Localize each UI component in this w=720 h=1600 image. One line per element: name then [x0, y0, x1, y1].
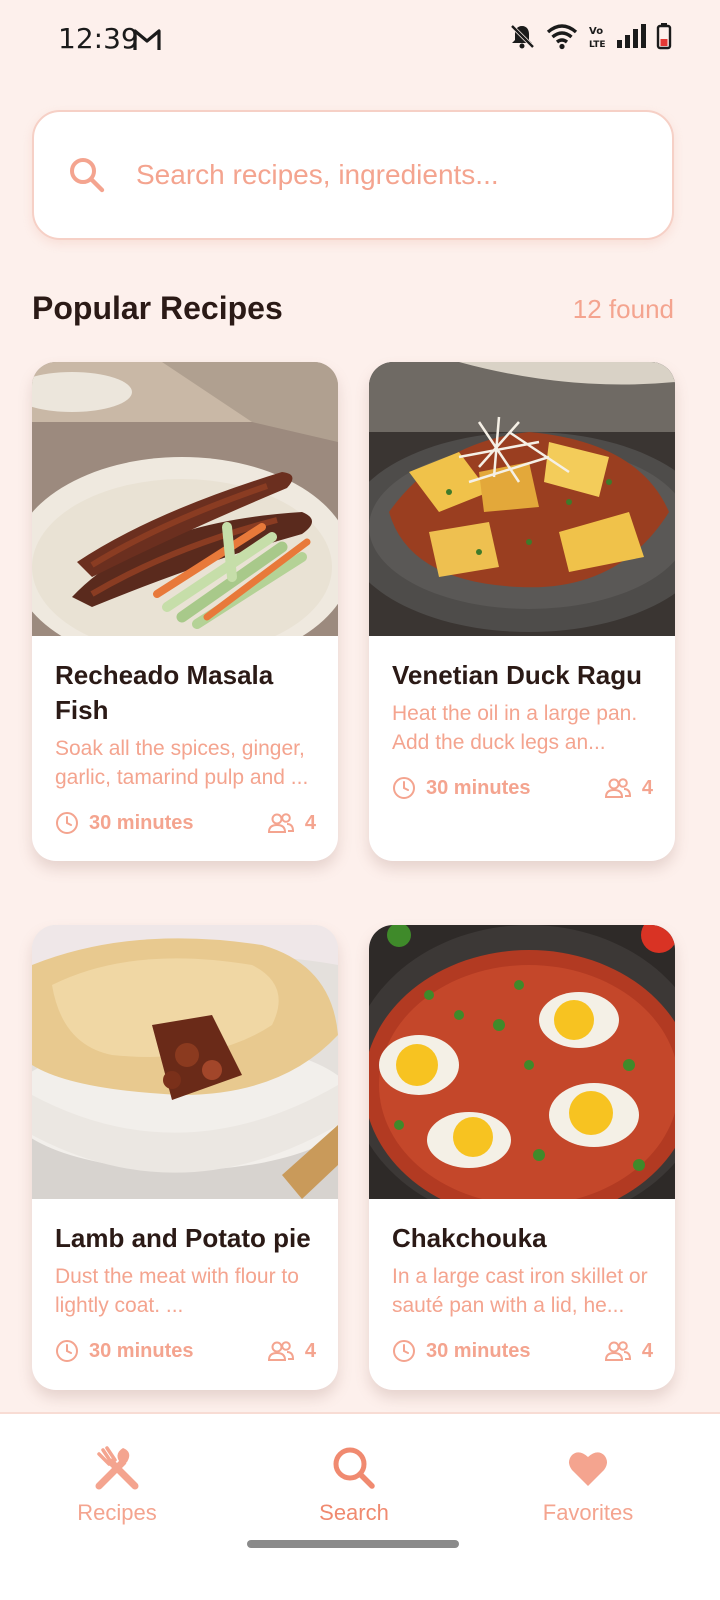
recipe-title: Venetian Duck Ragu — [392, 660, 642, 690]
clock-icon — [56, 812, 78, 834]
recipe-servings: 4 — [304, 1339, 316, 1362]
recipe-servings: 4 — [304, 811, 316, 834]
people-icon — [604, 778, 631, 798]
recipe-time: 30 minutes — [426, 776, 531, 799]
recipe-image — [369, 925, 675, 1199]
recipe-time: 30 minutes — [89, 1339, 194, 1362]
gmail-icon — [133, 29, 161, 50]
search-icon — [333, 1447, 375, 1489]
nav-item-favorites[interactable]: Favorites — [488, 1444, 688, 1526]
recipe-meta: 30 minutes 4 — [392, 1334, 653, 1368]
recipe-card[interactable]: Chakchouka In a large cast iron skillet … — [369, 925, 675, 1390]
signal-icon — [617, 24, 646, 48]
recipe-description: In a large cast iron skillet or sauté pa… — [392, 1265, 648, 1317]
home-indicator[interactable] — [247, 1540, 459, 1548]
recipe-image — [32, 362, 338, 636]
recipe-meta: 30 minutes 4 — [392, 771, 653, 805]
svg-text:LTE: LTE — [589, 40, 606, 50]
recipe-meta: 30 minutes 4 — [55, 1334, 316, 1368]
wifi-icon — [546, 24, 578, 50]
recipe-meta: 30 minutes 4 — [55, 806, 316, 840]
nav-label-favorites: Favorites — [542, 1500, 634, 1525]
heart-icon — [569, 1452, 607, 1486]
bell-off-icon — [510, 24, 535, 49]
recipe-image — [369, 362, 675, 636]
clock-icon — [393, 777, 415, 799]
recipe-card[interactable]: Venetian Duck Ragu Heat the oil in a lar… — [369, 362, 675, 861]
utensils-icon — [95, 1446, 139, 1490]
search-bar[interactable] — [32, 110, 674, 240]
bottom-navigation: Recipes Search Favorites — [0, 1412, 720, 1600]
recipe-servings: 4 — [641, 1339, 653, 1362]
svg-text:Vo: Vo — [589, 26, 603, 37]
recipe-title: Lamb and Potato pie — [55, 1223, 311, 1253]
recipe-servings: 4 — [641, 776, 653, 799]
results-count: 12 found — [572, 294, 674, 324]
clock-icon — [393, 1340, 415, 1362]
recipe-time: 30 minutes — [89, 811, 194, 834]
recipe-description: Soak all the spices, ginger, garlic, tam… — [55, 737, 309, 789]
battery-icon — [656, 23, 672, 50]
nav-label-search: Search — [319, 1500, 389, 1525]
people-icon — [267, 1341, 294, 1361]
recipe-image — [32, 925, 338, 1199]
nav-item-search[interactable]: Search — [254, 1444, 454, 1526]
section-title: Popular Recipes — [32, 290, 283, 326]
recipe-card[interactable]: Recheado Masala Fish Soak all the spices… — [32, 362, 338, 861]
recipe-title: Chakchouka — [392, 1223, 547, 1253]
recipe-time: 30 minutes — [426, 1339, 531, 1362]
nav-item-recipes[interactable]: Recipes — [17, 1444, 217, 1526]
status-bar: 12:39 Vo LTE — [0, 0, 720, 80]
recipe-card[interactable]: Lamb and Potato pie Dust the meat with f… — [32, 925, 338, 1390]
volte-icon: Vo LTE — [589, 26, 606, 50]
status-time: 12:39 — [58, 22, 139, 55]
recipe-description: Dust the meat with flour to lightly coat… — [55, 1265, 299, 1317]
search-icon — [70, 158, 105, 193]
recipe-description: Heat the oil in a large pan. Add the duc… — [392, 702, 638, 754]
recipe-title: Recheado Masala Fish — [55, 660, 274, 725]
people-icon — [604, 1341, 631, 1361]
search-input[interactable] — [136, 159, 636, 191]
status-icons: Vo LTE — [508, 22, 672, 50]
nav-label-recipes: Recipes — [77, 1500, 157, 1525]
clock-icon — [56, 1340, 78, 1362]
people-icon — [267, 813, 294, 833]
